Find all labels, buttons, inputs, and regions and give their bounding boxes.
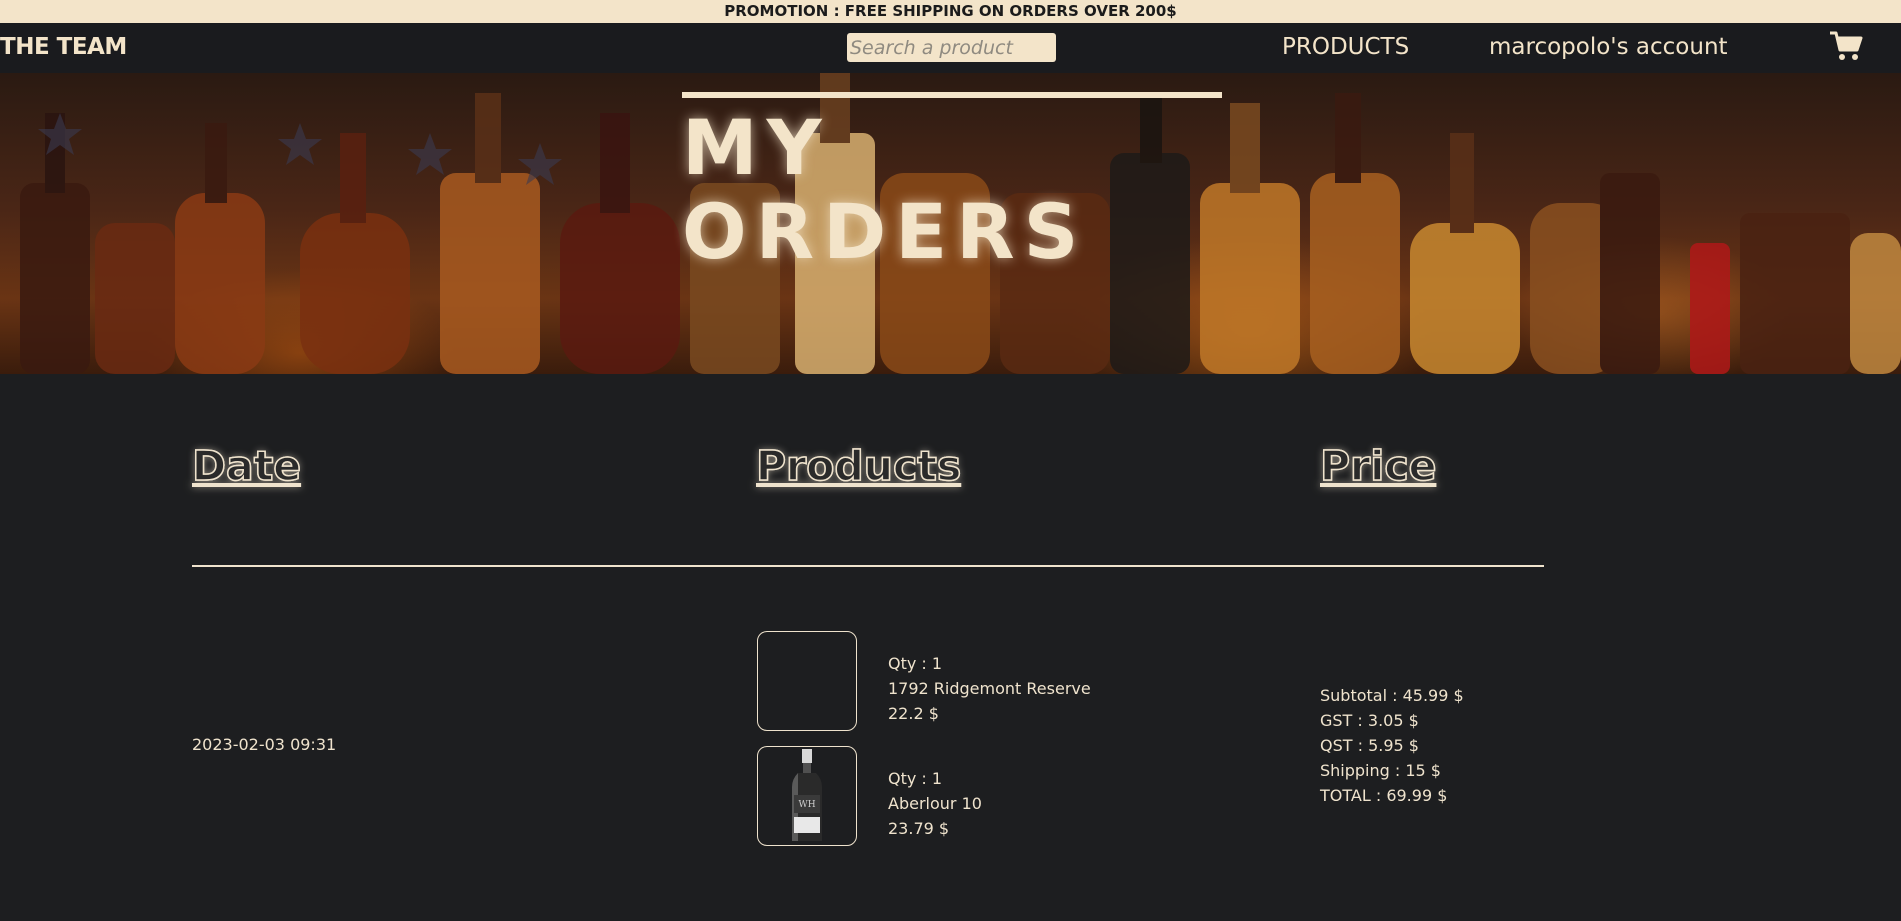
whisky-bottle-icon: WH — [792, 749, 822, 841]
subtotal-line: Subtotal : 45.99 $ — [1320, 686, 1464, 705]
item-quantity: Qty : 1 — [888, 654, 943, 673]
total-line: TOTAL : 69.99 $ — [1320, 786, 1448, 805]
item-name[interactable]: 1792 Ridgemont Reserve — [888, 676, 1091, 701]
item-name[interactable]: Aberlour 10 — [888, 791, 982, 816]
item-quantity: Qty : 1 — [888, 769, 943, 788]
hero-title-underline — [682, 92, 1222, 98]
gst-line: GST : 3.05 $ — [1320, 711, 1419, 730]
navbar: THE TEAM PRODUCTS marcopolo's account — [0, 23, 1901, 73]
column-header-products: Products — [755, 441, 962, 491]
cart-icon[interactable] — [1828, 30, 1864, 62]
brand-logo[interactable]: THE TEAM — [0, 34, 127, 60]
product-image[interactable]: WH — [757, 746, 857, 846]
column-header-date: Date — [191, 441, 302, 491]
promotion-banner: PROMOTION : FREE SHIPPING ON ORDERS OVER… — [0, 0, 1901, 23]
qst-line: QST : 5.95 $ — [1320, 736, 1419, 755]
nav-products-link[interactable]: PRODUCTS — [1282, 34, 1409, 60]
svg-text:WH: WH — [798, 800, 815, 810]
page-title: MY ORDERS — [682, 103, 1088, 276]
order-date: 2023-02-03 09:31 — [192, 735, 337, 754]
product-image-placeholder[interactable] — [757, 631, 857, 731]
column-header-price: Price — [1319, 441, 1437, 491]
nav-account-link[interactable]: marcopolo's account — [1489, 34, 1728, 60]
item-price: 22.2 $ — [888, 704, 939, 723]
search-input[interactable] — [847, 33, 1056, 62]
item-price: 23.79 $ — [888, 819, 950, 838]
header-divider — [192, 565, 1544, 567]
shipping-line: Shipping : 15 $ — [1320, 761, 1441, 780]
hero-banner: MY ORDERS — [0, 73, 1901, 374]
